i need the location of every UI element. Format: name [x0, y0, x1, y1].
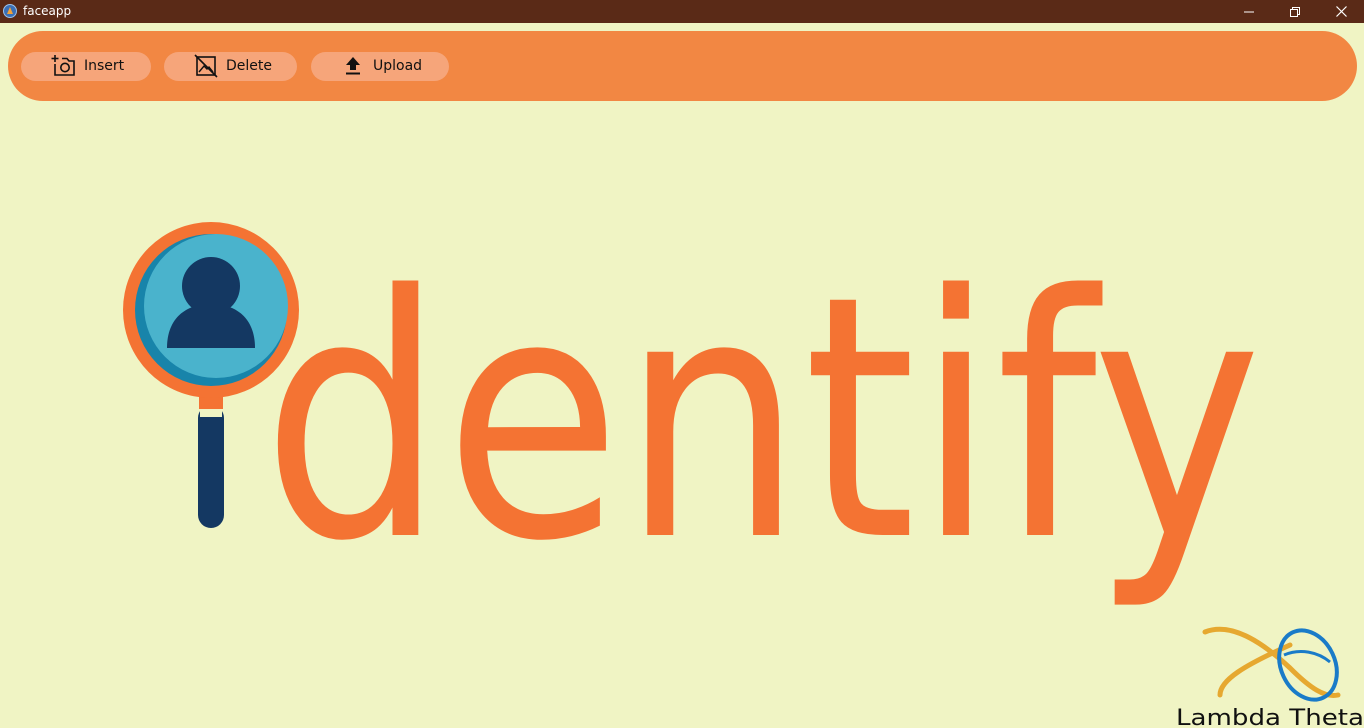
lambda-theta-logo-icon: Lambda Theta	[1176, 626, 1364, 728]
wordmark: dentify	[262, 225, 1262, 615]
brand-name: Lambda Theta	[1176, 706, 1364, 728]
identify-logo: dentify Lambda Theta	[123, 222, 1364, 728]
